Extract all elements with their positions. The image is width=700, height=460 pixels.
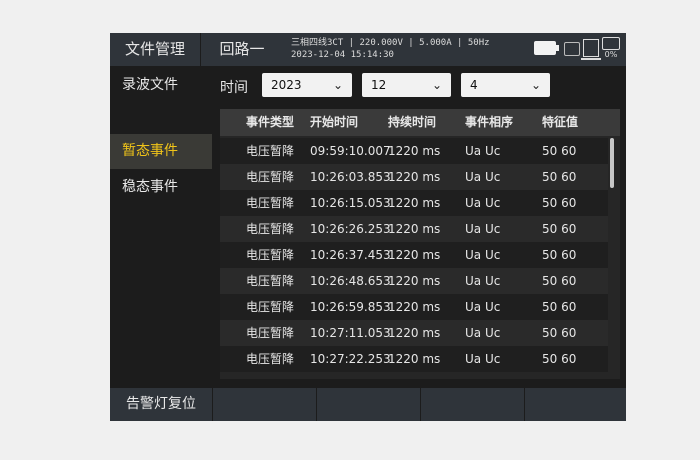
chevron-down-icon: ⌄	[530, 78, 541, 92]
cell-event-type: 电压暂降	[246, 170, 295, 184]
chevron-down-icon: ⌄	[431, 78, 442, 92]
cell-event-type: 电压暂降	[246, 144, 295, 158]
wiring-status: 三相四线3CT | 220.000V | 5.000A | 50Hz	[291, 38, 490, 48]
year-value: 2023	[271, 78, 302, 92]
datetime: 2023-12-04 15:14:30	[291, 50, 394, 60]
sidebar-item-steady-events[interactable]: 稳态事件	[110, 170, 212, 205]
table-row[interactable]: 电压暂降 10:26:03.853 1220 ms Ua Uc 50 60	[220, 164, 608, 190]
status-readout: 三相四线3CT | 220.000V | 5.000A | 50Hz 2023-…	[291, 37, 490, 61]
cell-duration: 1220 ms	[388, 274, 441, 288]
column-header-feature-value: 特征值	[542, 115, 579, 129]
network-icon	[581, 39, 601, 60]
cell-feature-value: 50 60	[542, 300, 577, 314]
cell-event-type: 电压暂降	[246, 326, 295, 340]
cell-feature-value: 50 60	[542, 326, 577, 340]
softkey-bar: 告警灯复位	[110, 388, 626, 421]
cell-start-time: 10:26:37.453	[310, 248, 391, 262]
cell-duration: 1220 ms	[388, 352, 441, 366]
cell-duration: 1220 ms	[388, 222, 441, 236]
table-row[interactable]: 电压暂降 10:26:48.653 1220 ms Ua Uc 50 60	[220, 268, 608, 294]
event-table: 事件类型 开始时间 持续时间 事件相序 特征值 电压暂降 09:59:10.007…	[220, 109, 620, 379]
cell-start-time: 10:26:26.253	[310, 222, 391, 236]
cell-phase: Ua Uc	[465, 300, 501, 314]
softkey-4[interactable]	[421, 388, 525, 421]
cell-feature-value: 50 60	[542, 222, 577, 236]
battery-icon	[534, 41, 559, 55]
cell-duration: 1220 ms	[388, 170, 441, 184]
cell-feature-value: 50 60	[542, 144, 577, 158]
day-select[interactable]: 4 ⌄	[461, 73, 550, 97]
month-select[interactable]: 12 ⌄	[362, 73, 451, 97]
table-row[interactable]: 电压暂降 10:26:37.453 1220 ms Ua Uc 50 60	[220, 242, 608, 268]
cell-phase: Ua Uc	[465, 248, 501, 262]
table-row[interactable]: 电压暂降 09:59:10.007 1220 ms Ua Uc 50 60	[220, 138, 608, 164]
cell-start-time: 10:27:11.053	[310, 326, 391, 340]
scrollbar[interactable]	[610, 138, 614, 188]
cell-phase: Ua Uc	[465, 274, 501, 288]
cell-duration: 1220 ms	[388, 196, 441, 210]
storage-percent: 0%	[604, 50, 618, 59]
day-value: 4	[470, 78, 478, 92]
cell-event-type: 电压暂降	[246, 300, 295, 314]
table-row[interactable]: 电压暂降 10:27:22.253 1220 ms Ua Uc 50 60	[220, 346, 608, 372]
table-header: 事件类型 开始时间 持续时间 事件相序 特征值	[220, 109, 620, 136]
cell-event-type: 电压暂降	[246, 248, 295, 262]
device-screen: 文件管理 回路一 三相四线3CT | 220.000V | 5.000A | 5…	[110, 33, 626, 421]
column-header-event-type: 事件类型	[246, 115, 295, 129]
cell-feature-value: 50 60	[542, 352, 577, 366]
table-row[interactable]: 电压暂降 10:26:26.253 1220 ms Ua Uc 50 60	[220, 216, 608, 242]
sidebar-item-transient-events[interactable]: 暂态事件	[110, 134, 212, 169]
column-header-duration: 持续时间	[388, 115, 437, 129]
softkey-2[interactable]	[213, 388, 317, 421]
softkey-5[interactable]	[525, 388, 626, 421]
year-select[interactable]: 2023 ⌄	[262, 73, 352, 97]
top-bar: 文件管理 回路一 三相四线3CT | 220.000V | 5.000A | 5…	[110, 33, 626, 66]
cell-phase: Ua Uc	[465, 196, 501, 210]
table-row[interactable]: 电压暂降 10:26:59.853 1220 ms Ua Uc 50 60	[220, 294, 608, 320]
cell-event-type: 电压暂降	[246, 196, 295, 210]
cell-start-time: 10:26:59.853	[310, 300, 391, 314]
column-header-start-time: 开始时间	[310, 115, 359, 129]
cell-duration: 1220 ms	[388, 248, 441, 262]
tab-loop-one[interactable]: 回路一	[200, 33, 283, 66]
sidebar-item-recordings[interactable]: 录波文件	[110, 68, 212, 103]
sidebar: 录波文件 暂态事件 稳态事件	[110, 66, 212, 388]
cell-phase: Ua Uc	[465, 222, 501, 236]
cell-start-time: 10:26:15.053	[310, 196, 391, 210]
tab-file-management[interactable]: 文件管理	[110, 33, 200, 66]
cell-feature-value: 50 60	[542, 248, 577, 262]
cell-phase: Ua Uc	[465, 352, 501, 366]
cell-feature-value: 50 60	[542, 274, 577, 288]
cell-feature-value: 50 60	[542, 196, 577, 210]
cell-start-time: 10:26:03.853	[310, 170, 391, 184]
table-row[interactable]: 电压暂降 10:26:15.053 1220 ms Ua Uc 50 60	[220, 190, 608, 216]
usb-icon	[564, 42, 580, 56]
softkey-3[interactable]	[317, 388, 421, 421]
sd-card-icon	[602, 37, 620, 50]
time-label: 时间	[220, 80, 248, 96]
month-value: 12	[371, 78, 387, 92]
cell-event-type: 电压暂降	[246, 222, 295, 236]
cell-phase: Ua Uc	[465, 326, 501, 340]
status-tray: 0%	[534, 36, 620, 63]
cell-event-type: 电压暂降	[246, 352, 295, 366]
chevron-down-icon: ⌄	[332, 78, 343, 92]
cell-duration: 1220 ms	[388, 300, 441, 314]
cell-feature-value: 50 60	[542, 170, 577, 184]
cell-start-time: 10:26:48.653	[310, 274, 391, 288]
table-row[interactable]: 电压暂降 10:27:11.053 1220 ms Ua Uc 50 60	[220, 320, 608, 346]
cell-start-time: 09:59:10.007	[310, 144, 391, 158]
cell-duration: 1220 ms	[388, 326, 441, 340]
cell-phase: Ua Uc	[465, 170, 501, 184]
cell-phase: Ua Uc	[465, 144, 501, 158]
cell-duration: 1220 ms	[388, 144, 441, 158]
cell-event-type: 电压暂降	[246, 274, 295, 288]
cell-start-time: 10:27:22.253	[310, 352, 391, 366]
alarm-light-reset-button[interactable]: 告警灯复位	[110, 388, 213, 421]
column-header-phase: 事件相序	[465, 115, 514, 129]
